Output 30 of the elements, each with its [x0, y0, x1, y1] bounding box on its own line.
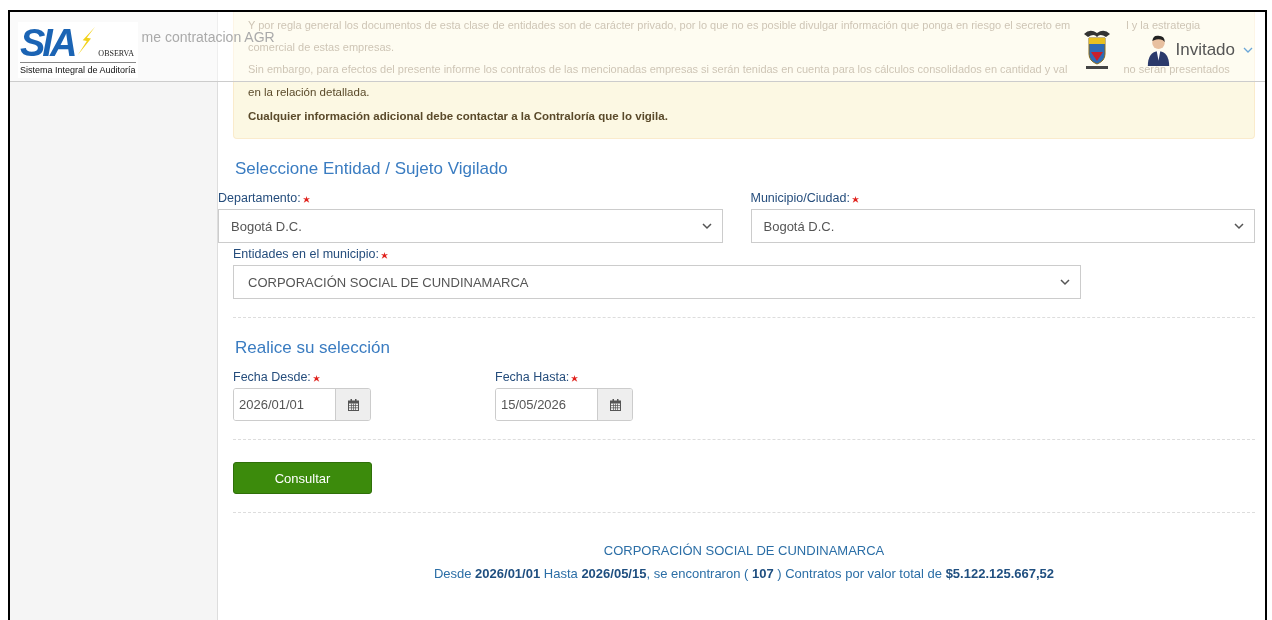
section-heading: Seleccione Entidad / Sujeto Vigilado — [235, 159, 509, 179]
notice-text: no serán presentados — [1123, 62, 1230, 77]
result-summary: Desde 2026/01/01 Hasta 2026/05/15, se encontraron ( 107 ) Contratos por valor total de $5.122.125.667,52 — [432, 566, 1056, 581]
chevron-icon — [1243, 45, 1253, 54]
dropdown[interactable]: CORPORACIÓN SOCIAL DE CUNDINAMARCA — [233, 265, 1081, 299]
logo-tagline: OBSERVA — [98, 48, 135, 58]
user-menu[interactable]: Invitado — [1175, 39, 1235, 60]
section-heading: Realice su selección — [235, 338, 391, 358]
caret-icon — [701, 222, 712, 230]
date-field[interactable]: 15/05/2026 — [495, 388, 633, 421]
calendar-icon — [347, 398, 359, 411]
notice-text: en la relación detallada. — [248, 85, 371, 100]
field-label: Entidades en el municipio: — [233, 247, 379, 261]
caret-icon — [1234, 222, 1244, 230]
field-label: Fecha Hasta: — [495, 370, 570, 384]
logo-subtitle: Sistema Integral de Auditoría — [20, 61, 136, 76]
logo-wordmark: SIA — [20, 23, 75, 62]
caret-icon — [1060, 278, 1070, 286]
field-label: Fecha Desde: — [233, 370, 311, 384]
avatar-icon — [1146, 33, 1172, 66]
calendar-icon — [609, 398, 621, 411]
notice-text: l y la estrategia — [1126, 18, 1201, 33]
result-title: CORPORACIÓN SOCIAL DE CUNDINAMARCA — [602, 543, 886, 558]
consultar-button[interactable]: Consultar — [233, 462, 372, 494]
dropdown[interactable]: Bogotá D.C. — [218, 209, 723, 243]
dropdown[interactable]: Bogotá D.C. — [750, 209, 1255, 243]
date-field[interactable]: 2026/01/01 — [233, 388, 371, 421]
field-label: Municipio/Ciudad: — [750, 191, 850, 205]
notice-text: Cualquier información adicional debe contactar a la Contraloría que lo vigila. — [248, 109, 669, 124]
field-label: Departamento: — [218, 191, 301, 205]
